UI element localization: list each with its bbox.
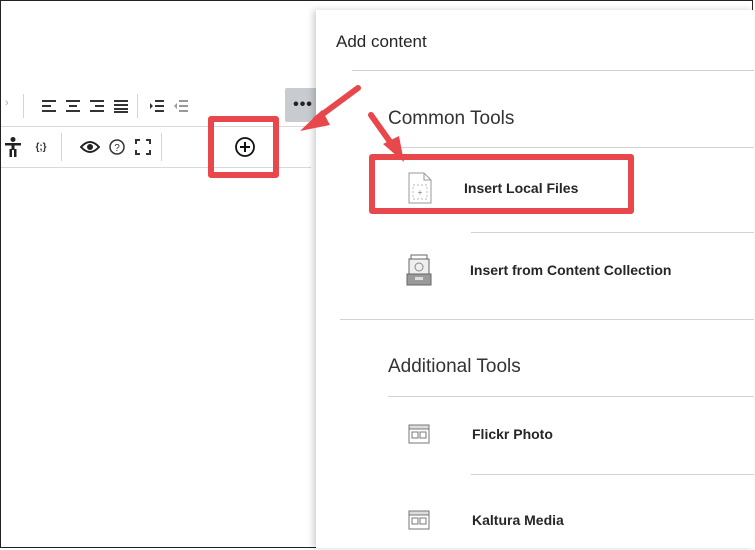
annotation-arrows <box>300 85 404 162</box>
arrow-to-insert-local-files <box>368 112 404 162</box>
arrow-to-add-content <box>300 85 361 131</box>
